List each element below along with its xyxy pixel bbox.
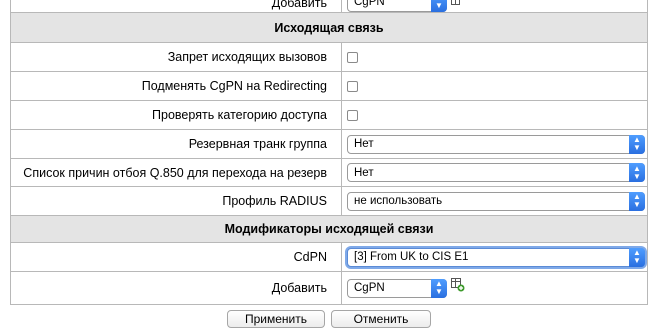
column-divider — [341, 130, 342, 158]
check-category-checkbox[interactable] — [347, 109, 358, 121]
check-category-label: Проверять категорию доступа — [152, 108, 327, 122]
chevron-updown-icon: ▲▼ — [431, 278, 447, 298]
top-add-control: CgPN ▲▼ — [347, 0, 463, 12]
outgoing-section-header: Исходящая связь — [10, 13, 648, 43]
q850-value: Нет — [354, 166, 374, 179]
column-divider — [341, 159, 342, 186]
top-add-select-value: CgPN — [354, 0, 385, 8]
row-cdpn: CdPN [3] From UK to CIS E1 ▲ ▼ — [10, 243, 648, 272]
column-divider — [341, 101, 342, 129]
add-modifier-icon[interactable] — [451, 278, 465, 292]
block-outgoing-label: Запрет исходящих вызовов — [167, 50, 327, 64]
column-divider — [341, 187, 342, 215]
column-divider — [341, 272, 342, 304]
row-block-outgoing: Запрет исходящих вызовов — [10, 43, 648, 72]
row-check-category: Проверять категорию доступа — [10, 101, 648, 130]
cdpn-select[interactable]: [3] From UK to CIS E1 ▲ ▼ — [347, 247, 645, 267]
cdpn-value: [3] From UK to CIS E1 — [354, 251, 469, 263]
column-divider — [341, 0, 342, 12]
block-outgoing-checkbox[interactable] — [347, 51, 358, 63]
replace-cgpn-checkbox[interactable] — [347, 80, 358, 92]
top-add-row: Добавить CgPN ▲▼ — [10, 0, 648, 13]
reserve-trunk-label: Резервная транк группа — [188, 137, 327, 151]
column-divider — [341, 243, 342, 271]
radius-value: не использовать — [354, 195, 443, 207]
row-q850: Список причин отбоя Q.850 для перехода н… — [10, 159, 648, 187]
cancel-button[interactable]: Отменить — [331, 310, 431, 328]
radius-select[interactable]: не использовать ▲ ▼ — [347, 191, 645, 211]
radius-label: Профиль RADIUS — [222, 194, 327, 208]
q850-label: Список причин отбоя Q.850 для перехода н… — [23, 165, 327, 180]
modifiers-section-header: Модификаторы исходящей связи — [10, 216, 648, 243]
cdpn-label: CdPN — [293, 250, 327, 264]
settings-table: Добавить CgPN ▲▼ Исходящая связь Запрет … — [10, 0, 648, 305]
apply-button[interactable]: Применить — [227, 310, 325, 328]
add-modifier-select[interactable]: CgPN ▲ ▼ — [347, 278, 447, 298]
chevron-updown-icon: ▲▼ — [629, 134, 645, 154]
chevron-updown-icon: ▲▼ — [629, 163, 645, 182]
chevron-updown-icon: ▲▼ — [431, 0, 447, 12]
add-modifier-label: Добавить — [271, 281, 327, 295]
row-reserve-trunk: Резервная транк группа Нет ▲ ▼ — [10, 130, 648, 159]
reserve-trunk-select[interactable]: Нет ▲ ▼ — [347, 134, 645, 154]
column-divider — [341, 72, 342, 100]
q850-select[interactable]: Нет ▲ ▼ — [347, 163, 645, 182]
row-replace-cgpn: Подменять CgPN на Redirecting — [10, 72, 648, 101]
row-add-modifier: Добавить CgPN ▲ ▼ — [10, 272, 648, 305]
replace-cgpn-label: Подменять CgPN на Redirecting — [141, 79, 327, 93]
modifiers-section-title: Модификаторы исходящей связи — [224, 222, 434, 236]
add-modifier-value: CgPN — [354, 282, 385, 294]
add-table-icon[interactable] — [451, 0, 463, 8]
row-radius: Профиль RADIUS не использовать ▲ ▼ — [10, 187, 648, 216]
outgoing-section-title: Исходящая связь — [274, 20, 384, 35]
column-divider — [341, 43, 342, 71]
top-add-label: Добавить — [271, 0, 327, 10]
reserve-trunk-value: Нет — [354, 138, 374, 150]
chevron-updown-icon: ▲▼ — [629, 191, 645, 211]
chevron-updown-icon: ▲▼ — [629, 247, 645, 267]
top-add-select[interactable]: CgPN ▲▼ — [347, 0, 447, 12]
